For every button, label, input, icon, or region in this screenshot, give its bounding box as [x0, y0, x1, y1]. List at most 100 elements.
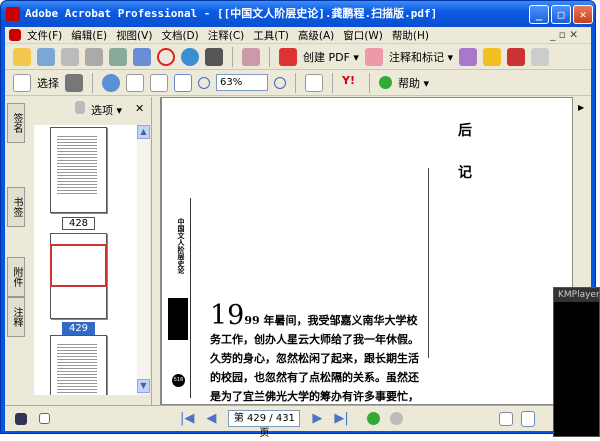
close-button[interactable]: ✕ — [573, 5, 593, 24]
open-icon[interactable] — [13, 47, 31, 66]
last-page-button[interactable]: ▶| — [334, 411, 348, 426]
acrobat-window: Adobe Acrobat Professional - [[中国文人阶层史论]… — [0, 0, 596, 439]
body-text: 1999 年暑间，我受邹嘉义南华大学校务工作，创办人星云大师给了我一年休假。久劳… — [210, 302, 425, 404]
trash-icon[interactable] — [75, 101, 85, 114]
email-icon[interactable] — [109, 47, 127, 66]
save-icon[interactable] — [61, 47, 79, 66]
print-icon[interactable] — [85, 47, 103, 66]
view-rectangle[interactable] — [50, 244, 107, 287]
forms-icon[interactable] — [530, 47, 549, 66]
search-icon[interactable] — [205, 47, 223, 66]
drop-cap: 19 — [210, 300, 245, 331]
zoom-in-tool-icon[interactable] — [102, 73, 120, 92]
page-number-input[interactable]: 第 429 / 431 页 — [228, 410, 301, 439]
title-bar: Adobe Acrobat Professional - [[中国文人阶层史论]… — [1, 1, 595, 27]
pdf-icon — [9, 29, 21, 41]
previous-view-icon[interactable] — [366, 412, 380, 425]
help-button[interactable]: 帮助 ▾ — [398, 75, 429, 91]
pen-icon[interactable] — [506, 47, 525, 66]
thumbnail-page-430[interactable] — [50, 335, 107, 395]
picture-tasks-icon[interactable] — [242, 47, 260, 66]
separator — [269, 46, 270, 67]
rule-line — [428, 168, 429, 358]
stamp-icon[interactable] — [157, 47, 175, 66]
menu-edit[interactable]: 编辑(E) — [71, 28, 107, 43]
hand-tool-icon[interactable] — [13, 73, 31, 92]
rotate-icon[interactable] — [305, 73, 323, 92]
tab-attachments[interactable]: 附件 — [7, 257, 25, 297]
actual-size-icon[interactable] — [126, 73, 144, 92]
snapshot-icon[interactable] — [65, 73, 83, 92]
zoom-in-icon[interactable] — [274, 76, 286, 89]
comment-icon — [364, 47, 383, 66]
help-icon — [379, 76, 392, 89]
zoom-input[interactable]: 63% — [216, 74, 268, 91]
panel-splitter[interactable] — [151, 97, 161, 405]
minimize-button[interactable]: _ — [529, 5, 549, 24]
panel-toggle-icon[interactable] — [15, 412, 27, 425]
lock-icon[interactable] — [482, 47, 501, 66]
separator — [232, 46, 233, 67]
navigation-panel: 签名 书签 附件 注释 选项 ▾ ✕ 428 429 ▲ ▼ — [5, 97, 151, 405]
tab-bookmarks[interactable]: 书签 — [7, 187, 25, 227]
side-line — [190, 198, 191, 398]
document-view[interactable]: 后 记 中国文人阶层史论 516 1999 年暑间，我受邹嘉义南华大学校务工作，… — [161, 97, 573, 405]
page-number: 516 — [172, 374, 185, 387]
fit-width-icon[interactable] — [174, 73, 192, 92]
create-pdf-button[interactable]: 创建 PDF ▾ — [303, 49, 359, 65]
zoom-out-icon[interactable] — [198, 76, 210, 89]
attach-icon[interactable] — [133, 47, 151, 66]
yahoo-icon[interactable]: Y! — [342, 74, 360, 92]
window-title: Adobe Acrobat Professional - [[中国文人阶层史论]… — [25, 7, 438, 20]
heading-char-2: 记 — [458, 165, 472, 181]
scroll-down-button[interactable]: ▼ — [137, 379, 150, 393]
page-label-selected: 429 — [62, 322, 95, 335]
web-icon[interactable] — [181, 47, 199, 66]
continuous-icon[interactable] — [520, 410, 535, 427]
expand-arrow-icon[interactable]: ▶ — [578, 103, 584, 112]
menu-file[interactable]: 文件(F) — [27, 28, 62, 43]
thumbnail-page-429[interactable] — [50, 233, 107, 319]
previous-page-button[interactable]: ◀ — [206, 411, 216, 426]
thumbnail-page-428[interactable] — [50, 127, 107, 213]
separator — [295, 72, 296, 93]
next-page-button[interactable]: ▶ — [312, 411, 322, 426]
fit-page-icon[interactable] — [150, 73, 168, 92]
scroll-up-button[interactable]: ▲ — [137, 125, 150, 139]
maximize-button[interactable]: □ — [551, 5, 571, 24]
sign-icon[interactable] — [458, 47, 477, 66]
select-tool[interactable]: 选择 — [37, 75, 59, 91]
menu-help[interactable]: 帮助(H) — [392, 28, 429, 43]
menu-tools[interactable]: 工具(T) — [253, 28, 289, 43]
toolbar-file: 创建 PDF ▾ 注释和标记 ▾ — [5, 44, 591, 70]
separator — [92, 72, 93, 93]
separator — [332, 72, 333, 93]
thumbnail-scrollbar[interactable]: ▲ ▼ — [137, 125, 150, 395]
side-title: 中国文人阶层史论 — [177, 218, 185, 274]
menu-comments[interactable]: 注释(C) — [208, 28, 245, 43]
first-page-button[interactable]: |◀ — [180, 411, 194, 426]
page-label: 428 — [62, 217, 95, 230]
status-bar: |◀ ◀ 第 429 / 431 页 ▶ ▶| — [5, 405, 591, 439]
panel-close-button[interactable]: ✕ — [135, 102, 144, 115]
options-button[interactable]: 选项 ▾ — [91, 102, 122, 118]
kmplayer-title: KMPlayer — [554, 288, 599, 302]
single-page-icon[interactable] — [498, 411, 513, 426]
document-window-controls[interactable]: _ ▫ ✕ — [550, 29, 578, 41]
menu-document[interactable]: 文档(D) — [161, 28, 198, 43]
tab-comments[interactable]: 注释 — [7, 297, 25, 337]
comment-markup-button[interactable]: 注释和标记 ▾ — [389, 49, 453, 65]
menu-bar: 文件(F) 编辑(E) 视图(V) 文档(D) 注释(C) 工具(T) 高级(A… — [5, 27, 591, 44]
tab-signatures[interactable]: 签名 — [7, 103, 25, 143]
kmplayer-window[interactable]: KMPlayer — [553, 287, 600, 437]
side-block — [168, 298, 188, 340]
toolbar-view: 选择 63% Y! 帮助 ▾ — [5, 70, 591, 96]
next-view-icon[interactable] — [389, 412, 403, 425]
organizer-icon[interactable] — [37, 47, 55, 66]
acrobat-icon — [6, 7, 20, 21]
menu-advanced[interactable]: 高级(A) — [298, 28, 334, 43]
menu-window[interactable]: 窗口(W) — [343, 28, 383, 43]
separator — [369, 72, 370, 93]
menu-view[interactable]: 视图(V) — [116, 28, 152, 43]
page-options-icon[interactable] — [39, 413, 50, 424]
